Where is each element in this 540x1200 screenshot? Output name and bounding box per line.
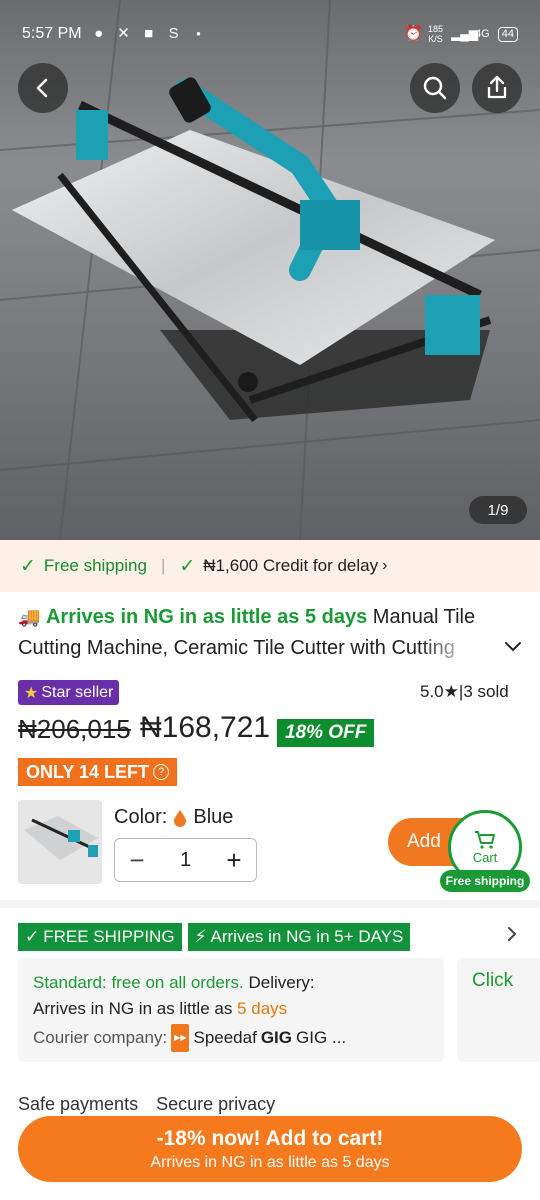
status-bar: 5:57 PM ● ✕ ■ S ● ⏰ 185 K/S ▂▄▆ 4G 44 [0,0,540,68]
star-seller-badge[interactable]: ★ Star seller [18,680,120,705]
product-image-gallery[interactable]: 5:57 PM ● ✕ ■ S ● ⏰ 185 K/S ▂▄▆ 4G 44 1/… [0,0,540,540]
color-selector[interactable]: Color: Blue [114,806,233,829]
current-price: ₦168,721 [140,711,271,744]
back-arrow-icon [36,78,48,98]
net-speed: 185 K/S [428,24,444,44]
check-icon: ✓ [179,555,196,577]
increase-quantity-button[interactable]: + [212,839,256,881]
chevron-down-icon [505,642,521,652]
truck-icon: 🚚 [18,607,41,627]
section-divider [0,900,540,908]
stock-label: ONLY 14 LEFT [26,761,150,782]
delivery-text: Arrives in NG in as little as [33,999,233,1018]
safe-payments-row[interactable]: Safe payments Secure privacy [18,1094,275,1115]
click-card-label: Click [472,970,514,991]
star-icon: ★ [443,682,459,701]
title-fade [420,633,490,664]
sold-count: 3 sold [463,682,509,701]
notification-icon: ● [94,25,104,42]
image-counter: 1/9 [469,496,527,524]
shipping-details-button[interactable] [506,925,518,948]
gig-logo: GIG [260,1028,292,1047]
flame-icon [174,809,187,827]
alarm-icon: ⏰ [404,25,423,42]
network-type: 4G [475,28,490,40]
courier-speedaf: Speedaf [193,1028,257,1047]
click-collect-card[interactable]: Click [457,958,540,1062]
square-app-icon: ■ [144,25,154,42]
color-value: Blue [193,806,234,828]
courier-row: Courier company: ▶▶ Speedaf GIG GIG ... [33,1024,429,1052]
s-app-icon: S [168,25,179,42]
delay-credit-label: ₦1,600 Credit for delay [203,556,379,575]
add-label: Add [407,831,441,852]
cart-label: Cart [472,849,498,865]
free-shipping-pill: Free shipping [440,870,530,892]
product-title[interactable]: 🚚 Arrives in NG in as little as 5 days M… [18,602,488,664]
share-icon [487,75,507,99]
rating-summary[interactable]: 5.0★|3 sold [420,682,509,702]
standard-shipping-card[interactable]: Standard: free on all orders. Delivery: … [18,958,444,1062]
stock-badge[interactable]: ONLY 14 LEFT ? [18,758,178,786]
dot-icon: ● [196,29,202,38]
shipping-badges[interactable]: ✓ FREE SHIPPING ⚡ Arrives in NG in 5+ DA… [18,923,411,951]
arrival-promise: Arrives in NG in as little as 5 days [45,606,368,628]
signal-icon: ▂▄▆ [451,27,479,41]
rating-value: 5.0 [420,682,444,701]
cart-icon [475,830,495,849]
search-icon [423,76,447,100]
expand-title-button[interactable] [500,634,526,660]
divider: | [160,556,166,575]
chevron-right-icon: › [382,557,388,574]
delivery-days: 5 days [237,999,288,1018]
add-to-cart-cta[interactable]: -18% now! Add to cart! Arrives in NG in … [18,1116,522,1182]
back-button[interactable] [18,63,68,113]
star-icon: ★ [24,684,39,702]
status-time: 5:57 PM [22,25,82,42]
info-icon: ? [153,764,170,780]
share-button[interactable] [472,63,522,113]
lightning-icon: ⚡ [194,927,207,946]
arrival-badge: ⚡ Arrives in NG in 5+ DAYS [187,923,411,951]
shipping-benefits-strip[interactable]: ✓ Free shipping | ✓ ₦1,600 Credit for de… [0,540,540,592]
discount-badge: 18% OFF [277,719,375,747]
check-icon: ✓ [25,927,40,946]
free-shipping-badge: ✓ FREE SHIPPING [18,923,182,951]
cta-sub-label: Arrives in NG in as little as 5 days [150,1153,390,1171]
search-button[interactable] [410,63,460,113]
quantity-value[interactable]: 1 [159,849,212,872]
chevron-right-icon [508,927,517,941]
delivery-label: Delivery: [248,973,315,992]
quantity-stepper[interactable]: − 1 + [114,838,257,882]
tile-cutter-thumbnail-image [18,800,102,884]
x-app-icon: ✕ [117,25,130,42]
courier-label: Courier company: [33,1028,168,1047]
original-price: ₦206,015 [18,714,131,744]
variant-thumbnail[interactable] [18,800,102,884]
standard-shipping-label: Standard: free on all orders. [33,973,244,992]
secure-privacy-label: Secure privacy [156,1094,276,1114]
color-label: Color: [114,806,168,828]
safe-payments-label: Safe payments [18,1094,139,1114]
star-seller-label: Star seller [41,683,114,701]
courier-gig: GIG ... [296,1028,347,1047]
free-shipping-label: Free shipping [43,556,147,575]
battery-indicator: 44 [497,26,518,42]
speedaf-logo: ▶▶ [171,1024,190,1052]
decrease-quantity-button[interactable]: − [115,839,159,881]
check-icon: ✓ [20,555,36,577]
cta-main-label: -18% now! Add to cart! [156,1126,384,1150]
